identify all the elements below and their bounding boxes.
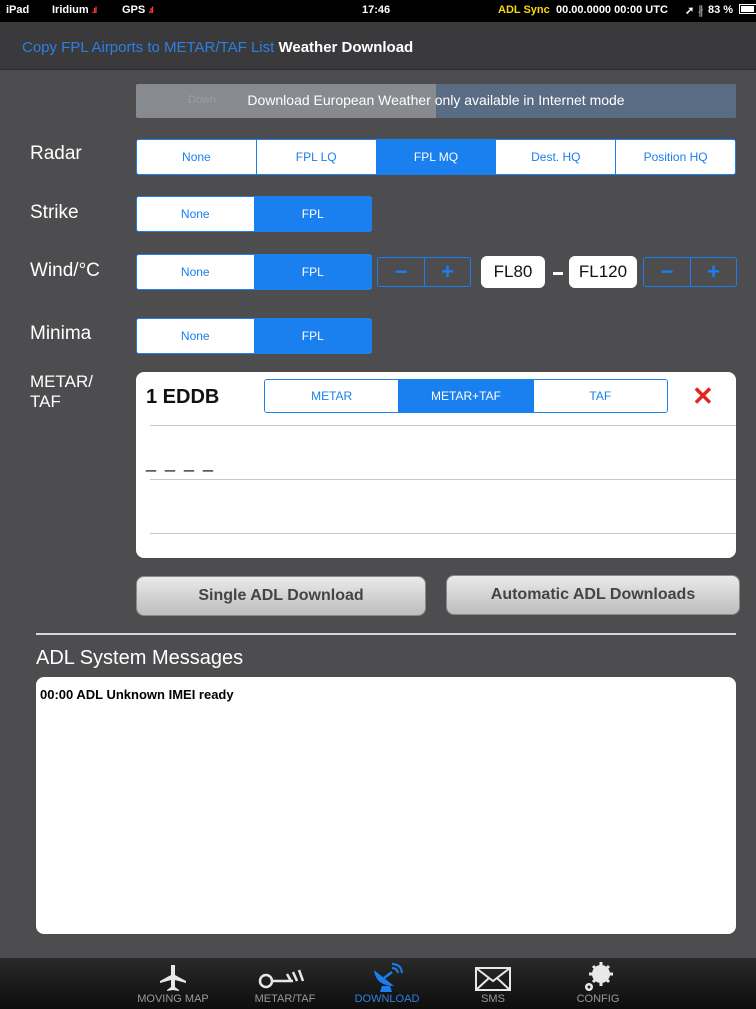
tab-moving-map[interactable]: MOVING MAP	[128, 958, 218, 1009]
status-bar: iPad Iridium .ıl GPS .ıl 17:46 ADL Sync …	[0, 0, 756, 22]
metar-option-taf[interactable]: TAF	[533, 380, 667, 412]
gps-label: GPS	[122, 4, 146, 16]
minima-option-fpl[interactable]: FPL	[254, 319, 371, 353]
radar-label: Radar	[30, 143, 82, 164]
fl-low-plus-button[interactable]: +	[424, 258, 470, 286]
wind-segmented-control: None FPL	[136, 254, 372, 290]
iridium-status: Iridium .ıl	[52, 4, 97, 16]
device-name: iPad	[6, 4, 30, 16]
messages-box[interactable]: 00:00 ADL Unknown IMEI ready	[36, 677, 736, 934]
battery-percent: 83 %	[708, 4, 734, 16]
iridium-signal-icon: .ıl	[91, 5, 97, 15]
strike-option-fpl[interactable]: FPL	[254, 197, 371, 231]
single-adl-download-button[interactable]: Single ADL Download	[136, 576, 426, 616]
page-title: Weather Download	[278, 39, 414, 56]
windsock-icon	[258, 969, 305, 989]
bluetooth-icon: ∦	[698, 5, 704, 17]
station-identifier: 1 EDDB	[146, 386, 220, 408]
fl-high-plus-button[interactable]: +	[690, 258, 736, 286]
wind-option-none[interactable]: None	[137, 255, 255, 289]
tab-label: SMS	[481, 993, 505, 1005]
fl-low-stepper: − +	[377, 257, 471, 287]
wind-option-fpl[interactable]: FPL	[254, 255, 371, 289]
message-line: 00:00 ADL Unknown IMEI ready	[40, 687, 234, 702]
strike-label: Strike	[30, 202, 79, 223]
adl-sync-value: 00.00.0000 00:00 UTC	[556, 4, 668, 16]
tab-label: DOWNLOAD	[354, 993, 420, 1005]
download-european-weather-bar[interactable]: Down Download European Weather only avai…	[136, 84, 736, 118]
delete-station-button[interactable]: ✕	[692, 383, 714, 409]
tab-config[interactable]: CONFIG	[553, 958, 643, 1009]
iridium-label: Iridium	[52, 4, 89, 16]
airplane-icon	[160, 965, 186, 991]
clock: 17:46	[362, 4, 391, 16]
fl-high-stepper: − +	[643, 257, 737, 287]
adl-sync-label: ADL Sync	[498, 4, 550, 16]
gps-status: GPS .ıl	[122, 4, 154, 16]
wind-label: Wind/°C	[30, 260, 100, 281]
radar-segmented-control: None FPL LQ FPL MQ Dest. HQ Position HQ	[136, 139, 736, 175]
banner-text: Download European Weather only available…	[247, 92, 625, 108]
gps-signal-icon: .ıl	[148, 5, 153, 15]
radar-option-position-hq[interactable]: Position HQ	[616, 140, 735, 174]
metar-taf-label: METAR/ TAF	[30, 372, 93, 411]
radar-option-fpl-lq[interactable]: FPL LQ	[256, 140, 377, 174]
header-line: Copy FPL Airports to METAR/TAF List Weat…	[22, 39, 413, 56]
radar-option-fpl-mq[interactable]: FPL MQ	[376, 140, 497, 174]
section-divider	[36, 633, 736, 635]
minima-segmented-control: None FPL	[136, 318, 372, 354]
card-divider	[150, 425, 736, 426]
radar-option-none[interactable]: None	[137, 140, 257, 174]
metar-option-metar-taf[interactable]: METAR+TAF	[399, 380, 534, 412]
tab-label: MOVING MAP	[137, 993, 209, 1005]
fl-high-minus-button[interactable]: −	[644, 258, 690, 286]
metar-report-text: _ _ _ _	[146, 452, 216, 472]
minima-label: Minima	[30, 323, 92, 344]
tab-sms[interactable]: SMS	[448, 958, 538, 1009]
card-divider	[150, 479, 736, 480]
strike-option-none[interactable]: None	[137, 197, 255, 231]
card-divider	[150, 533, 736, 534]
gear-icon	[585, 962, 613, 991]
tab-label: METAR/TAF	[254, 993, 316, 1005]
metar-type-segmented-control: METAR METAR+TAF TAF	[264, 379, 668, 413]
metar-option-metar[interactable]: METAR	[265, 380, 400, 412]
tab-bar: MOVING MAP METAR/TAF DOWNLOAD SMS CONFIG	[0, 958, 756, 1009]
envelope-icon	[475, 967, 511, 991]
battery-icon	[739, 4, 756, 14]
metar-taf-card: 1 EDDB METAR METAR+TAF TAF ✕ _ _ _ _	[136, 372, 736, 558]
location-icon: ➚	[685, 5, 695, 17]
minima-option-none[interactable]: None	[137, 319, 255, 353]
fl-range-dash	[553, 272, 563, 275]
tab-metar-taf[interactable]: METAR/TAF	[235, 958, 335, 1009]
copy-fpl-airports-link[interactable]: Copy FPL Airports to METAR/TAF List	[22, 39, 274, 56]
strike-segmented-control: None FPL	[136, 196, 372, 232]
fl-low-minus-button[interactable]: −	[378, 258, 424, 286]
messages-title: ADL System Messages	[36, 647, 244, 669]
automatic-adl-downloads-button[interactable]: Automatic ADL Downloads	[446, 575, 740, 615]
radar-option-dest-hq[interactable]: Dest. HQ	[496, 140, 617, 174]
fl-high-value: FL120	[569, 256, 637, 288]
nav-header: Copy FPL Airports to METAR/TAF List Weat…	[0, 22, 756, 70]
tab-label: CONFIG	[576, 993, 620, 1005]
satellite-dish-icon	[374, 963, 403, 992]
battery-fill	[741, 6, 755, 12]
tab-download[interactable]: DOWNLOAD	[342, 958, 432, 1009]
fl-low-value: FL80	[481, 256, 545, 288]
battery-status: 83 %	[708, 4, 756, 16]
